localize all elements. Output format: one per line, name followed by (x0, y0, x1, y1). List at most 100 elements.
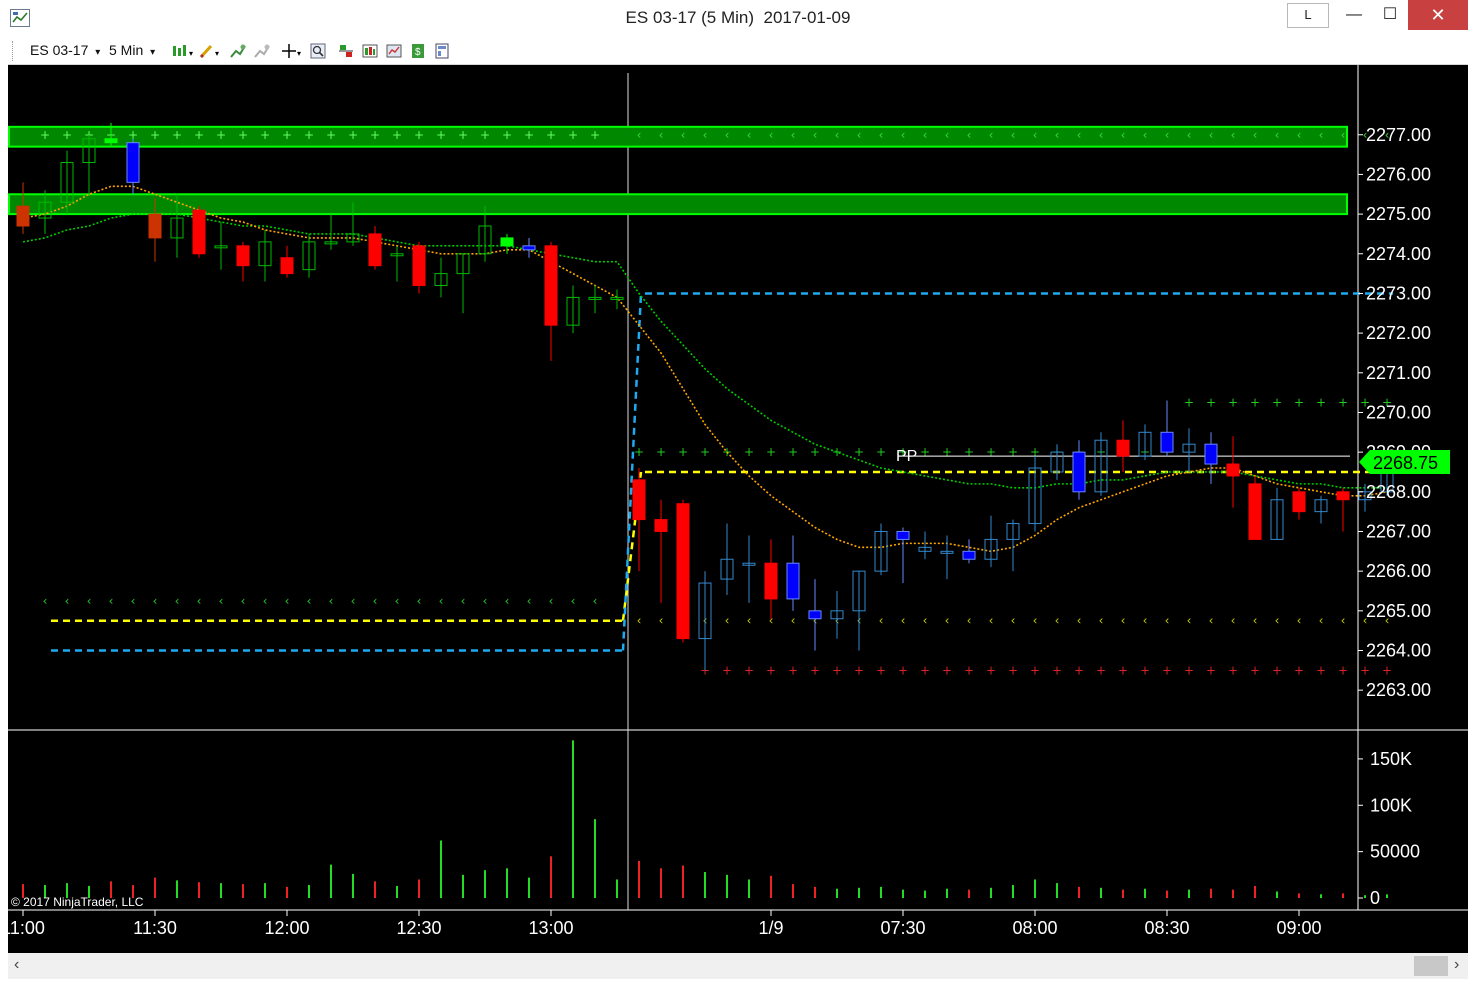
horizontal-scrollbar[interactable]: ‹ › (8, 953, 1468, 979)
support-dots-session2-mark: ‹ (747, 614, 752, 628)
zone-dot-markers-mark: ‹ (945, 128, 950, 142)
maximize-button[interactable]: ☐ (1372, 0, 1408, 30)
support-dots-session1-mark: ‹ (439, 594, 444, 608)
zone-plus-markers-mark: + (546, 128, 556, 142)
candle (1094, 432, 1108, 496)
support-dots-session2-mark: ‹ (1033, 614, 1038, 628)
time-tick-label: 09:00 (1276, 918, 1321, 938)
scrollbar-thumb[interactable] (1414, 956, 1448, 976)
candle (984, 515, 998, 568)
candle-body (104, 138, 118, 144)
support-plus-markers-mark: + (1316, 663, 1326, 677)
support-plus-markers-mark: + (964, 663, 974, 677)
price-chart[interactable]: + + + + + + + + + + + + + + + + + + + + + + + + + +‹ ‹ ‹ ‹ ‹ ‹ ‹ ‹ ‹ ‹ ‹ ‹ ‹ ‹… (1, 65, 1468, 953)
support-plus-markers-mark: + (986, 663, 996, 677)
price-tick-label: 2274.00 (1366, 244, 1431, 264)
candle (1248, 475, 1262, 540)
support-dots-session2-mark: ‹ (945, 614, 950, 628)
zone-dot-markers-mark: ‹ (1033, 128, 1038, 142)
zone-dot-markers-mark: ‹ (1253, 128, 1258, 142)
interval-selector[interactable]: 5 Min ▾ (109, 42, 155, 58)
zone-plus-markers-mark: + (348, 128, 358, 142)
support-dots-session2-mark: ‹ (725, 614, 730, 628)
candle (852, 570, 866, 651)
support-dots-session1-mark: ‹ (417, 594, 422, 608)
candle-body (1248, 483, 1262, 540)
volume-tick-label: 150K (1370, 749, 1412, 769)
support-plus-markers-mark: + (1250, 663, 1260, 677)
crosshair-icon[interactable]: ▾ (282, 43, 304, 59)
candle (1204, 432, 1218, 484)
zone-plus-markers-mark: + (436, 128, 446, 142)
strategy-icon[interactable] (254, 43, 270, 59)
candle (918, 531, 932, 560)
support-plus-markers-mark: + (1118, 663, 1128, 677)
candle (544, 241, 558, 361)
volume-tick-label: 100K (1370, 795, 1412, 815)
support-dots-session2-mark: ‹ (1319, 614, 1324, 628)
zone-dot-markers-mark: ‹ (1231, 128, 1236, 142)
candle (1226, 436, 1240, 508)
price-tick-label: 2276.00 (1366, 164, 1431, 184)
instrument-selector[interactable]: ES 03-17 ▾ (30, 42, 100, 58)
bar-type-icon[interactable]: ▾ (171, 43, 195, 59)
zone-dot-markers-mark: ‹ (857, 128, 862, 142)
chart-panel[interactable]: + + + + + + + + + + + + + + + + + + + + + + + + + + ‹ ‹ ‹ ‹ ‹ ‹ ‹ ‹ ‹ ‹ ‹ ‹ ‹ ‹… (1, 65, 1468, 953)
zone-plus-markers-mark: + (282, 128, 292, 142)
zone-dot-markers-mark: ‹ (1297, 128, 1302, 142)
zone-dot-markers-mark: ‹ (791, 128, 796, 142)
candle-body (16, 205, 30, 227)
price-tick-label: 2268.00 (1366, 482, 1431, 502)
candle (1336, 487, 1350, 532)
scroll-right-arrow[interactable]: › (1454, 956, 1459, 974)
candle (808, 579, 822, 651)
close-button[interactable]: ✕ (1408, 0, 1468, 30)
toolbar-grip[interactable] (12, 41, 15, 61)
candle-body (412, 245, 426, 287)
price-tick-label: 2267.00 (1366, 521, 1431, 541)
candle (412, 241, 426, 294)
data-box-icon[interactable] (362, 43, 378, 59)
support-dots-session1-mark: ‹ (197, 594, 202, 608)
support-dots-session1-mark: ‹ (307, 594, 312, 608)
support-plus-markers-mark: + (766, 663, 776, 677)
candle (896, 527, 910, 584)
template-icon[interactable] (434, 43, 450, 59)
candle-body (368, 233, 382, 267)
support-plus-markers-mark: + (1184, 663, 1194, 677)
candle-body (1336, 491, 1350, 501)
candle (522, 237, 536, 258)
svg-text:▾: ▾ (189, 49, 193, 58)
mid-plus-markers-mark: + (876, 445, 886, 459)
candle (280, 245, 294, 278)
support-dots-session1-mark: ‹ (571, 594, 576, 608)
support-dots-session2-mark: ‹ (1231, 614, 1236, 628)
zoom-icon[interactable] (310, 43, 326, 59)
zone-plus-markers-mark: + (150, 128, 160, 142)
candle-body (280, 257, 294, 275)
candle (566, 285, 580, 334)
drawing-tool-icon[interactable]: ▾ (199, 43, 223, 59)
support-dots-session2-mark: ‹ (1099, 614, 1104, 628)
candle (500, 233, 514, 254)
resistance-plus-markers-mark: + (1272, 396, 1282, 410)
support-dots-session1-mark: ‹ (219, 594, 224, 608)
mid-plus-markers-mark: + (964, 445, 974, 459)
time-tick-label: 12:30 (396, 918, 441, 938)
candle-body (1226, 463, 1240, 477)
candle-body (500, 237, 514, 247)
title-bar: ES 03-17 (5 Min) 2017-01-09 L — ☐ ✕ (0, 0, 1476, 38)
support-dots-session1-mark: ‹ (87, 594, 92, 608)
zone-dot-markers-mark: ‹ (703, 128, 708, 142)
indicator-icon[interactable] (230, 43, 246, 59)
support-plus-markers-mark: + (1272, 663, 1282, 677)
link-button[interactable]: L (1287, 3, 1329, 28)
scroll-left-arrow[interactable]: ‹ (14, 956, 19, 974)
price-tick-label: 2272.00 (1366, 323, 1431, 343)
candle (16, 182, 30, 234)
chart-trader-icon[interactable] (338, 43, 354, 59)
properties-icon[interactable] (386, 43, 402, 59)
dollar-icon[interactable]: $ (410, 43, 426, 59)
minimize-button[interactable]: — (1336, 0, 1372, 30)
volume-bars (22, 740, 1388, 898)
